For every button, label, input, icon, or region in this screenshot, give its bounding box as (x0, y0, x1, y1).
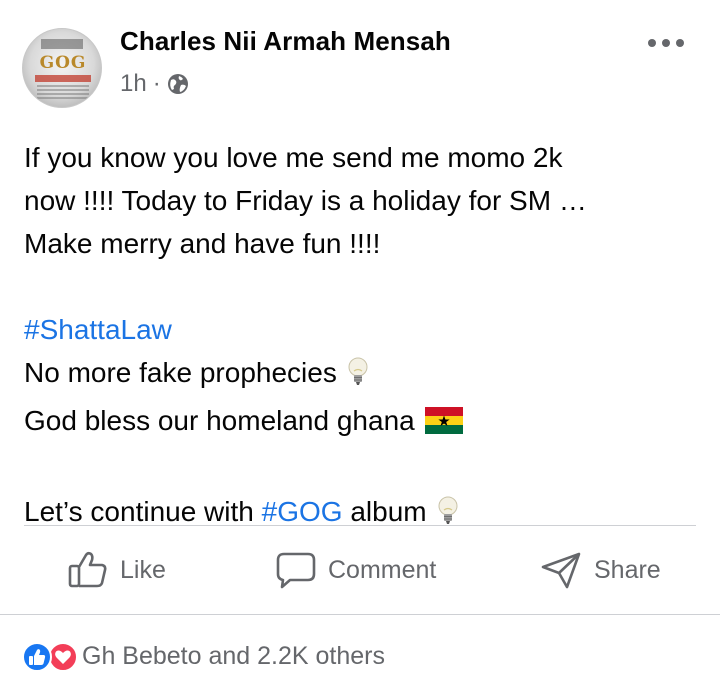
post-text: Let’s continue with (24, 496, 262, 527)
author-avatar[interactable]: GOG (22, 28, 102, 108)
post-timestamp[interactable]: 1h (120, 70, 147, 98)
post-line: If you know you love me send me momo 2k (24, 142, 563, 173)
avatar-top-band (41, 39, 83, 49)
comment-button[interactable]: Comment (276, 526, 436, 614)
dot (648, 39, 656, 47)
globe-icon[interactable] (167, 73, 189, 95)
post-meta: 1h · (120, 70, 189, 98)
post-actions: Like Comment Share (0, 526, 720, 614)
more-dots-icon[interactable] (648, 36, 684, 50)
post-line: No more fake prophecies (24, 357, 337, 388)
facebook-post: GOG Charles Nii Armah Mensah 1h · If you… (0, 0, 720, 678)
share-button[interactable]: Share (540, 526, 661, 614)
post-text: album (342, 496, 427, 527)
avatar-red-band (35, 75, 91, 82)
author-name[interactable]: Charles Nii Armah Mensah (120, 26, 451, 57)
post-line: Make merry and have fun !!!! (24, 228, 381, 259)
light-bulb-icon (347, 356, 369, 399)
post-line-with-emoji: God bless our homeland ghana (24, 399, 704, 447)
hashtag-link[interactable]: #ShattaLaw (24, 314, 172, 345)
like-reaction-icon (22, 642, 52, 672)
post-header: GOG Charles Nii Armah Mensah 1h · (22, 22, 698, 108)
hashtag-link[interactable]: #GOG (262, 496, 343, 527)
meta-separator: · (152, 70, 161, 97)
reactions-summary[interactable]: Gh Bebeto and 2.2K others (22, 634, 385, 678)
like-button[interactable]: Like (68, 526, 166, 614)
reactions-count-text: Gh Bebeto and 2.2K others (82, 641, 385, 670)
dot (662, 39, 670, 47)
comment-label: Comment (328, 555, 437, 584)
post-line: God bless our homeland ghana (24, 405, 415, 436)
love-reaction-icon (48, 642, 78, 672)
ghana-flag-icon (424, 404, 463, 447)
share-label: Share (594, 555, 661, 584)
comment-bubble-icon (276, 552, 316, 589)
avatar-logo-text: GOG (39, 53, 87, 73)
share-arrow-icon (541, 552, 581, 589)
reaction-icons (22, 638, 92, 674)
divider (0, 614, 720, 615)
avatar-lines (37, 85, 89, 99)
post-line-with-emoji: No more fake prophecies (24, 351, 704, 399)
dot (676, 39, 684, 47)
post-line: now !!!! Today to Friday is a holiday fo… (24, 185, 587, 216)
like-label: Like (120, 555, 166, 584)
thumbs-up-icon (68, 551, 107, 588)
post-body: If you know you love me send me momo 2k … (24, 136, 704, 538)
